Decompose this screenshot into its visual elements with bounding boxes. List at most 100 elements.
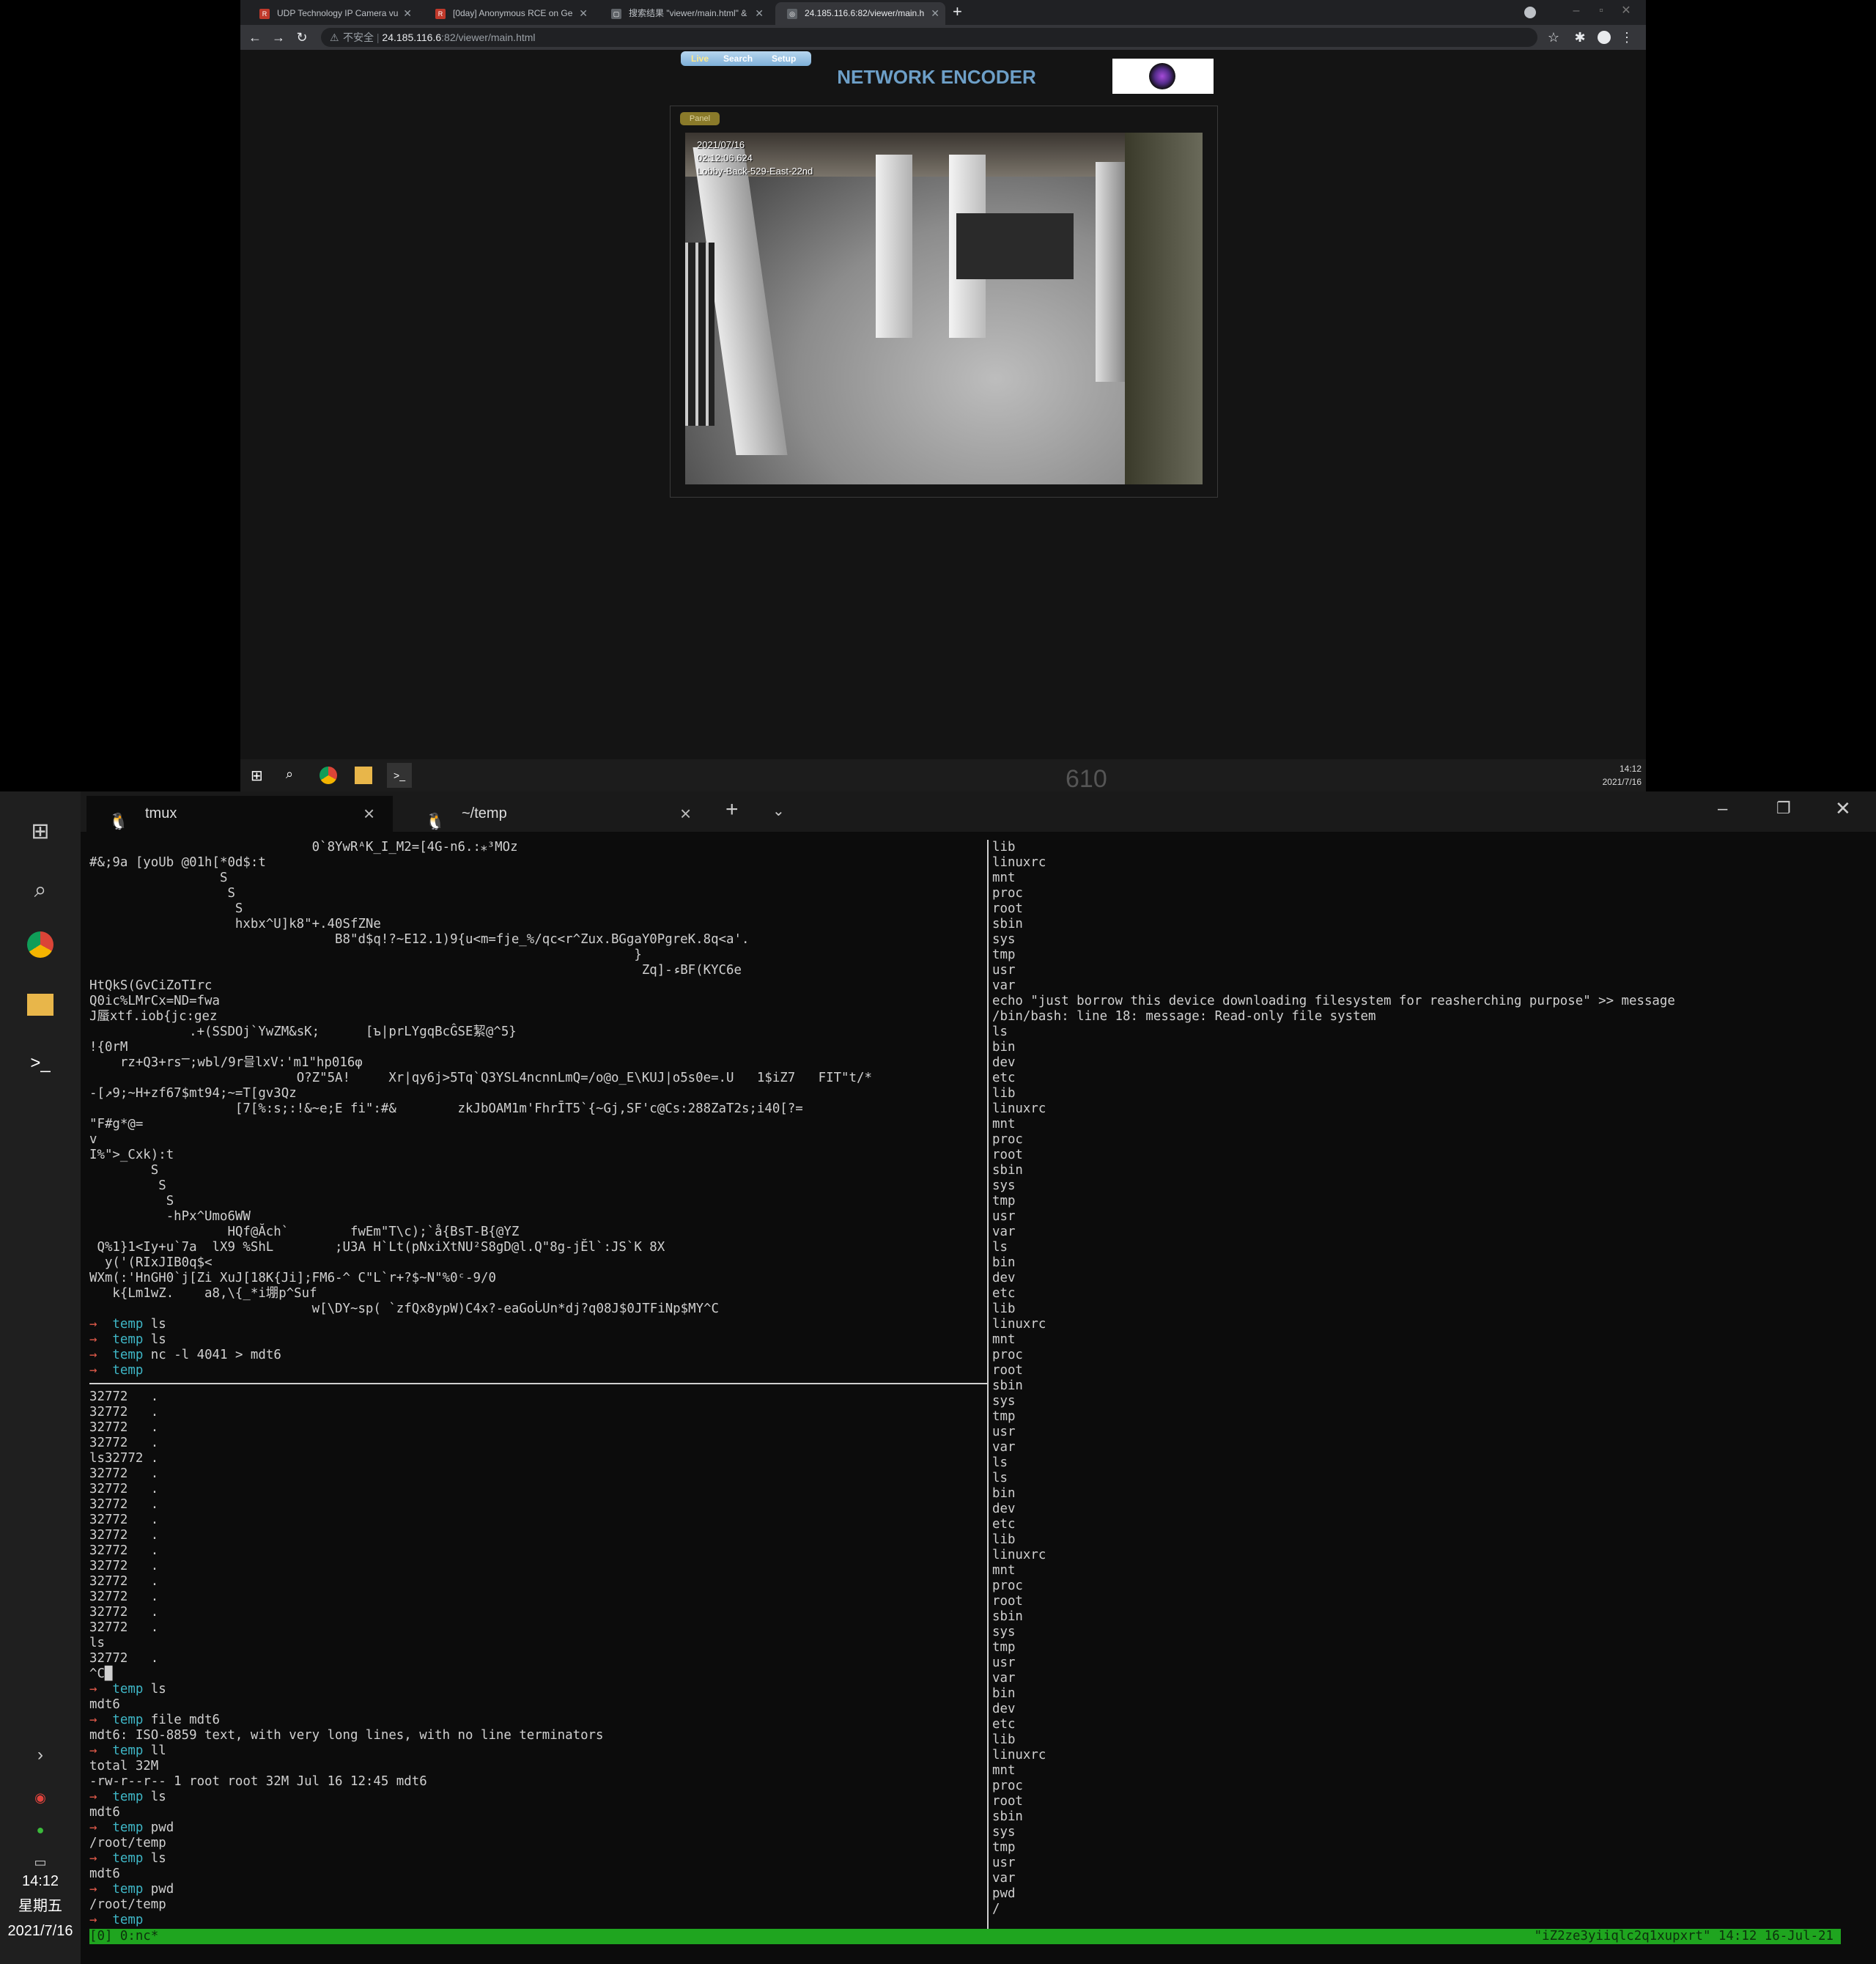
terminal-tab-tmux[interactable]: 🐧 tmux × — [86, 796, 393, 832]
new-tab-button[interactable]: + — [953, 2, 962, 21]
search-favicon-icon: ▢ — [611, 9, 621, 19]
close-icon[interactable]: ✕ — [1609, 0, 1643, 22]
terminal-line: etc — [992, 1071, 1015, 1086]
terminal-line: Q0ic%LMrCx=ND=fwa — [89, 994, 220, 1009]
terminal-line: y('(RIxJIB0q$< — [105, 1255, 213, 1271]
file-explorer-icon[interactable] — [355, 767, 372, 784]
line-text: ^C█ — [89, 1666, 113, 1681]
line-text: B8"d$q!?~E12.1)9{u<m=fje_%/qc<r^Zux.BGga… — [335, 932, 750, 947]
terminal-line: var — [992, 1225, 1015, 1240]
profile-dot-icon[interactable] — [1524, 7, 1536, 18]
search-menu-item[interactable]: Search — [723, 51, 753, 66]
page-title: NETWORK ENCODER — [837, 66, 1036, 88]
close-tab-icon[interactable]: ✕ — [755, 2, 764, 25]
url-field[interactable]: ⚠ 不安全 | 24.185.116.6:82/viewer/main.html — [321, 28, 1537, 47]
windows-start-icon[interactable]: ⊞ — [251, 767, 268, 784]
close-icon[interactable]: ✕ — [1835, 797, 1851, 820]
line-text: var — [992, 1440, 1016, 1455]
chrome-icon[interactable] — [22, 926, 59, 963]
pane-divider-vertical[interactable] — [987, 840, 989, 1929]
line-text: k{Lm1wZ. a8,\{_*i堋p^Suf — [112, 1286, 317, 1301]
close-tab-icon[interactable]: ✕ — [579, 2, 588, 25]
prompt-command: pwd — [150, 1820, 174, 1835]
terminal-line: usr — [992, 1425, 1015, 1440]
line-text: J蜃xtf.iob{jc:gez — [89, 1009, 218, 1024]
url-path: :82/viewer/main.html — [441, 32, 536, 43]
camera-osd: 2021/07/16 02:12:06.624 Lobby-Back-529-E… — [697, 139, 813, 178]
line-text: S — [234, 901, 243, 916]
linux-penguin-icon: 🐧 — [108, 812, 129, 830]
line-text: / — [992, 1902, 1000, 1916]
file-explorer-icon[interactable] — [22, 986, 59, 1023]
terminal-line: echo "just borrow this device downloadin… — [992, 994, 1675, 1009]
browser-tab-4[interactable]: ◎ 24.185.116.6:82/viewer/main.h ✕ — [775, 2, 945, 25]
minimize-icon[interactable]: – — [1718, 799, 1727, 819]
camera-feed[interactable]: 2021/07/16 02:12:06.624 Lobby-Back-529-E… — [685, 133, 1203, 484]
panel-button[interactable]: Panel — [680, 112, 720, 125]
terminal-line: B8"d$q!?~E12.1)9{u<m=fje_%/qc<r^Zux.BGga… — [335, 932, 749, 948]
terminal-line: linuxrc — [992, 1317, 1046, 1332]
terminal-line: #&;9a [yoUb @01h[*0d$:t — [89, 855, 266, 871]
line-text: /root/temp — [89, 1836, 166, 1850]
terminal-icon[interactable]: >_ — [387, 763, 412, 788]
terminal-line: Q%1}1<Iy+u`7a lX9 %ShL ;U3A H`Lt(pNxiXtN… — [97, 1240, 665, 1255]
close-tab-icon[interactable]: × — [363, 796, 374, 832]
chevron-right-icon[interactable]: › — [22, 1737, 59, 1773]
avatar[interactable] — [1598, 31, 1611, 44]
line-text: tmp — [992, 948, 1016, 962]
forward-icon[interactable]: → — [270, 29, 287, 46]
prompt-command: ls — [150, 1682, 166, 1697]
prompt-dir: temp — [112, 1790, 144, 1804]
sidebar-clock[interactable]: 14:12 星期五 2021/7/16 — [0, 1869, 81, 1943]
restore-icon[interactable]: ❐ — [1776, 799, 1791, 818]
pane-divider-horizontal[interactable] — [89, 1383, 987, 1384]
extensions-icon[interactable]: ✱ — [1571, 29, 1589, 46]
prompt-command: pwd — [150, 1882, 174, 1897]
line-text: var — [992, 978, 1016, 993]
line-text: proc — [992, 1579, 1023, 1593]
terminal-line: ^C█ — [89, 1666, 112, 1682]
windows-start-icon[interactable]: ⊞ — [22, 813, 59, 850]
railing — [685, 243, 714, 426]
chrome-icon[interactable] — [320, 767, 337, 784]
line-text: v — [89, 1132, 97, 1147]
search-icon[interactable]: ⌕ — [22, 872, 59, 909]
search-icon[interactable]: ⌕ — [286, 767, 303, 784]
wechat-icon[interactable]: ● — [22, 1812, 59, 1848]
line-text: /bin/bash: line 18: message: Read-only f… — [992, 1009, 1376, 1024]
browser-tab-3[interactable]: ▢ 搜索结果 "viewer/main.html" & ✕ — [599, 2, 769, 25]
folder-icon — [27, 994, 53, 1016]
close-tab-icon[interactable]: ✕ — [403, 2, 412, 25]
netease-icon[interactable]: ◉ — [22, 1779, 59, 1816]
terminal-line: var — [992, 1440, 1015, 1455]
line-text: linuxrc — [992, 1101, 1046, 1116]
terminal-icon[interactable]: >_ — [22, 1045, 59, 1082]
tmux-session[interactable]: 0`8YwRᴬK_I_M2=[4G-n6.:⁎³MOz #&;9a [yoUb @… — [89, 840, 1841, 1946]
line-text: 32772 . — [89, 1620, 159, 1635]
terminal-line: 32772 . — [89, 1528, 158, 1543]
line-text: root — [992, 1794, 1023, 1809]
reload-icon[interactable]: ↻ — [293, 29, 311, 46]
browser-tab-2[interactable]: R [0day] Anonymous RCE on Ge ✕ — [424, 2, 594, 25]
line-text: proc — [992, 1779, 1023, 1793]
prompt-arrow-icon: → — [89, 1913, 113, 1927]
line-text: lib — [992, 840, 1016, 854]
taskbar-clock[interactable]: 14:12 2021/7/16 — [1603, 762, 1642, 789]
prompt-line: → temp ls — [89, 1317, 166, 1332]
menu-kebab-icon[interactable]: ⋮ — [1618, 29, 1636, 46]
prompt-line: → temp nc -l 4041 > mdt6 — [89, 1348, 281, 1363]
close-tab-icon[interactable]: × — [680, 796, 691, 832]
back-icon[interactable]: ← — [246, 29, 264, 46]
dropdown-chevron-icon[interactable]: ⌄ — [772, 802, 785, 820]
terminal-line: -hPx^Umo6WW — [166, 1209, 251, 1225]
live-menu-item[interactable]: Live — [691, 51, 709, 66]
close-tab-icon[interactable]: ✕ — [931, 2, 939, 25]
line-text: 32772 . — [89, 1651, 159, 1666]
setup-menu-item[interactable]: Setup — [772, 51, 796, 66]
line-text: 32772 . — [89, 1528, 159, 1543]
bookmark-star-icon[interactable]: ☆ — [1545, 29, 1562, 46]
terminal-line: WXm(:'HnGH0`j[Zi XuJ[18K{Ji];FM6-^ C"L`r… — [89, 1271, 496, 1286]
terminal-tab-temp[interactable]: 🐧 ~/temp × — [403, 796, 709, 832]
browser-tab-1[interactable]: R UDP Technology IP Camera vu ✕ — [248, 2, 418, 25]
new-tab-button[interactable]: + — [725, 797, 739, 822]
